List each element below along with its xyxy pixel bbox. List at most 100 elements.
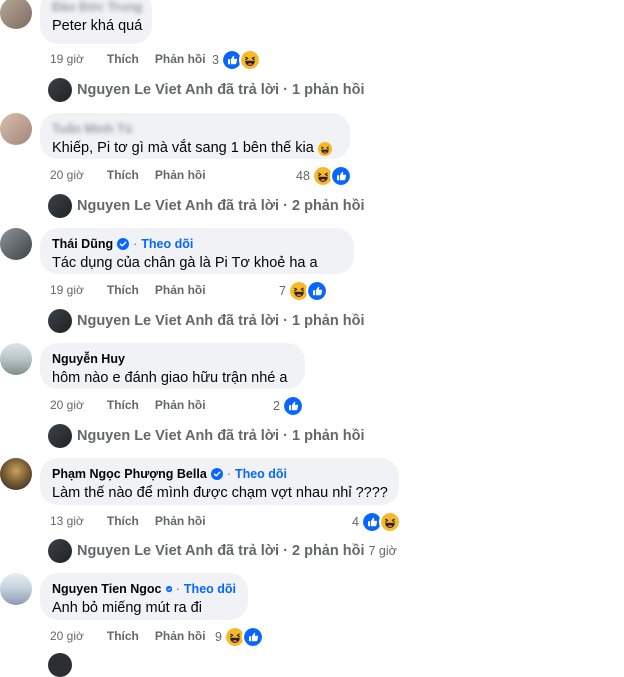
reply-author: Nguyen Le Viet Anh — [77, 198, 214, 214]
like-button[interactable]: Thích — [107, 283, 139, 297]
dot-separator: · — [133, 237, 138, 251]
avatar[interactable] — [0, 113, 32, 145]
reaction-count: 4 — [352, 515, 359, 529]
reply-summary[interactable]: Nguyen Le Viet Anh đã trả lời · 2 phản h… — [48, 539, 397, 563]
like-icon — [241, 626, 264, 648]
reaction-summary[interactable]: 4 — [352, 511, 401, 533]
reply-summary[interactable]: Nguyen Le Viet Anh đã trả lời · 1 phản h… — [48, 78, 365, 102]
reaction-summary[interactable]: 7 — [279, 280, 328, 302]
reply-avatar — [48, 78, 72, 102]
like-icon — [329, 165, 352, 187]
reply-count: 1 phản hồi — [292, 82, 365, 98]
reply-sep: · — [283, 543, 288, 559]
verified-badge-icon — [211, 468, 223, 480]
avatar[interactable] — [0, 573, 32, 605]
like-icon — [281, 395, 304, 417]
comment-bubble: Tuấn Minh Tú Khiếp, Pi tơ gì mà vắt sang… — [40, 113, 350, 159]
haha-emoji-icon — [318, 142, 332, 156]
reply-action: đã trả lời — [217, 198, 280, 214]
comment-author[interactable]: Đào Đức Trung — [52, 0, 142, 15]
like-button[interactable]: Thích — [107, 398, 139, 412]
reply-summary[interactable]: Nguyen Le Viet Anh đã trả lời · 1 phản h… — [48, 424, 365, 448]
reply-button[interactable]: Phản hồi — [155, 398, 206, 412]
comment-time[interactable]: 19 giờ — [50, 283, 84, 297]
comment-text: Anh bỏ miếng mút ra đi — [52, 600, 202, 616]
comment-actions: 19 giờ Thích Phản hồi — [50, 52, 206, 66]
reply-sep: · — [283, 82, 288, 98]
comment-actions: 20 giờ Thích Phản hồi — [50, 168, 206, 182]
reaction-count: 2 — [273, 399, 280, 413]
reply-sep: · — [283, 313, 288, 329]
reaction-count: 3 — [212, 53, 219, 67]
reply-sep: · — [283, 198, 288, 214]
reply-action: đã trả lời — [217, 313, 280, 329]
reply-count: 2 phản hồi — [292, 198, 365, 214]
comment-bubble: Phạm Ngọc Phượng Bella · Theo dõi Làm th… — [40, 458, 399, 505]
reply-author: Nguyen Le Viet Anh — [77, 313, 214, 329]
reply-count: 1 phản hồi — [292, 428, 365, 444]
reply-author: Nguyen Le Viet Anh — [77, 82, 214, 98]
reaction-summary[interactable]: 48 — [296, 165, 352, 187]
comment-actions: 19 giờ Thích Phản hồi — [50, 283, 206, 297]
comment-author[interactable]: Nguyễn Huy — [52, 351, 125, 367]
reply-summary[interactable]: Nguyen Le Viet Anh đã trả lời · 2 phản h… — [48, 194, 365, 218]
like-button[interactable]: Thích — [107, 514, 139, 528]
reply-avatar — [48, 424, 72, 448]
comment-actions: 13 giờ Thích Phản hồi — [50, 514, 206, 528]
reply-action: đã trả lời — [217, 428, 280, 444]
comment-time[interactable]: 20 giờ — [50, 168, 84, 182]
comment-bubble: Đào Đức Trung Peter khá quá — [40, 0, 152, 44]
dot-separator: · — [226, 467, 231, 481]
like-button[interactable]: Thích — [107, 52, 139, 66]
comment-time[interactable]: 20 giờ — [50, 629, 84, 643]
reply-button[interactable]: Phản hồi — [155, 283, 206, 297]
comment-text: hôm nào e đánh giao hữu trận nhé a — [52, 370, 288, 386]
reaction-count: 7 — [279, 284, 286, 298]
reaction-summary[interactable]: 9 — [215, 626, 264, 648]
reply-avatar — [48, 194, 72, 218]
reaction-summary[interactable]: 3 — [212, 49, 261, 71]
comment-time[interactable]: 19 giờ — [50, 52, 84, 66]
comment-author[interactable]: Tuấn Minh Tú — [52, 121, 132, 137]
comment-bubble: Nguyễn Huy hôm nào e đánh giao hữu trận … — [40, 343, 305, 389]
comment-bubble: Thái Dũng · Theo dõi Tác dụng của chân g… — [40, 228, 354, 274]
comment-bubble: Nguyen Tien Ngoc · Theo dõi Anh bỏ miếng… — [40, 573, 248, 620]
reply-button[interactable]: Phản hồi — [155, 514, 206, 528]
comment-text: Peter khá quá — [52, 18, 143, 34]
comment-actions: 20 giờ Thích Phản hồi — [50, 629, 206, 643]
comment-author[interactable]: Phạm Ngọc Phượng Bella — [52, 466, 207, 482]
reply-author: Nguyen Le Viet Anh — [77, 543, 214, 559]
comment-time[interactable]: 20 giờ — [50, 398, 84, 412]
reply-summary[interactable]: Nguyen Le Viet Anh đã trả lời · 1 phản h… — [48, 309, 365, 333]
follow-button[interactable]: Theo dõi — [184, 581, 236, 597]
avatar[interactable] — [0, 458, 32, 490]
reply-button[interactable]: Phản hồi — [155, 168, 206, 182]
comment-author[interactable]: Thái Dũng — [52, 236, 113, 252]
reply-time[interactable]: 7 giờ — [369, 544, 397, 558]
reply-action: đã trả lời — [217, 82, 280, 98]
reply-author: Nguyen Le Viet Anh — [77, 428, 214, 444]
like-button[interactable]: Thích — [107, 168, 139, 182]
haha-icon — [378, 511, 401, 533]
reply-button[interactable]: Phản hồi — [155, 52, 206, 66]
avatar[interactable] — [0, 228, 32, 260]
reply-button[interactable]: Phản hồi — [155, 629, 206, 643]
comment-time[interactable]: 13 giờ — [50, 514, 84, 528]
reply-action: đã trả lời — [217, 543, 280, 559]
like-icon — [305, 280, 328, 302]
reply-count: 2 phản hồi — [292, 543, 365, 559]
reply-count: 1 phản hồi — [292, 313, 365, 329]
follow-button[interactable]: Theo dõi — [235, 466, 287, 482]
follow-button[interactable]: Theo dõi — [141, 236, 193, 252]
comment-text: Khiếp, Pi tơ gì mà vắt sang 1 bên thế ki… — [52, 140, 314, 156]
haha-icon — [238, 49, 261, 71]
avatar[interactable] — [0, 343, 32, 375]
comment-text: Làm thế nào để mình được chạm vợt nhau n… — [52, 485, 388, 501]
verified-badge-icon — [166, 583, 172, 595]
avatar[interactable] — [0, 0, 32, 29]
comment-author[interactable]: Nguyen Tien Ngoc — [52, 581, 162, 597]
reaction-summary[interactable]: 2 — [273, 395, 304, 417]
like-button[interactable]: Thích — [107, 629, 139, 643]
reply-avatar — [48, 539, 72, 563]
comment-text: Tác dụng của chân gà là Pi Tơ khoẻ ha a — [52, 255, 318, 271]
